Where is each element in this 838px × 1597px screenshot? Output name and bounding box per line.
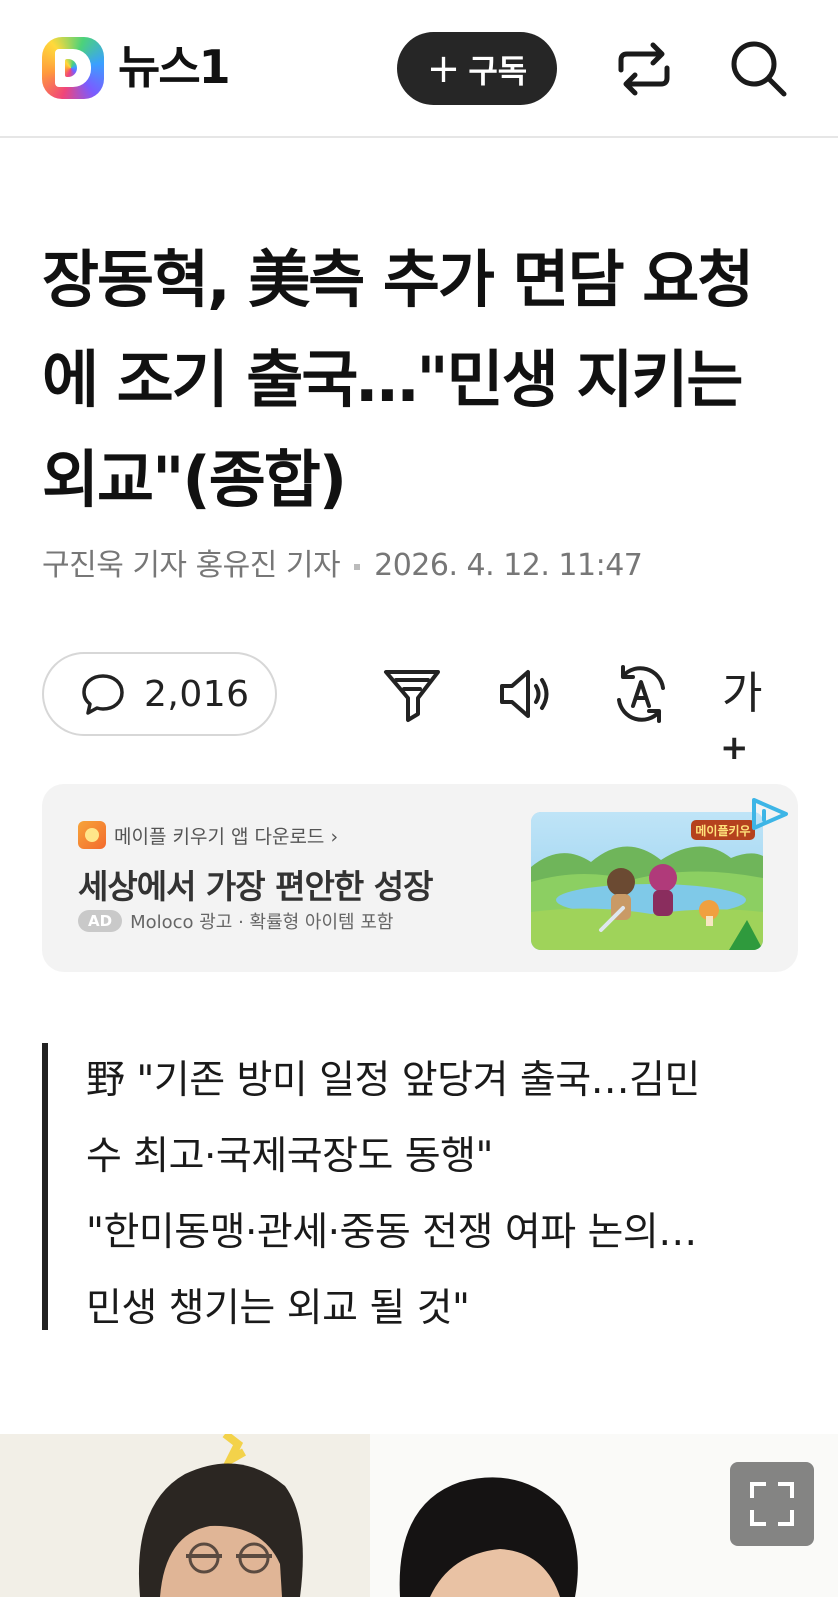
summary-line: 수 최고·국제국장도 동행" [86, 1134, 493, 1179]
speaker-icon[interactable] [494, 662, 558, 726]
font-size-button[interactable]: 가+ [720, 662, 786, 768]
published-datetime: 2026. 4. 12. 11:47 [374, 548, 643, 583]
ad-app-download-link[interactable]: 메이플 키우기 앱 다운로드 › [114, 822, 338, 849]
font-size-label: 가 [722, 668, 763, 719]
ad-game-image[interactable]: 메이플키우 [531, 812, 763, 950]
summary-line: 野 "기존 방미 일정 앞당겨 출국…김민 [86, 1058, 700, 1103]
expand-photo-button[interactable] [730, 1462, 814, 1546]
ad-meta-text: Moloco 광고 · 확률형 아이템 포함 [130, 912, 394, 933]
separator-dot [354, 563, 361, 570]
share-icon[interactable] [613, 38, 675, 100]
title-line: 외교"(종합) [42, 443, 347, 516]
summary-filter-icon[interactable] [380, 662, 444, 726]
reporter-names[interactable]: 구진욱 기자 홍유진 기자 [42, 548, 341, 583]
title-line: 장동혁, 美측 추가 면담 요청 [42, 243, 754, 316]
ad-headline[interactable]: 세상에서 가장 편안한 성장 [78, 860, 433, 908]
plus-icon: + [426, 45, 461, 92]
translate-icon[interactable] [609, 662, 673, 726]
comments-button[interactable]: 2,016 [42, 652, 277, 736]
plus-icon: + [720, 728, 749, 768]
comment-count: 2,016 [144, 673, 250, 715]
article-photo[interactable] [0, 1434, 838, 1597]
news1-logo-icon[interactable] [42, 37, 104, 99]
brand-name[interactable]: 뉴스1 [118, 36, 231, 98]
maple-app-icon [78, 821, 106, 849]
subscribe-button[interactable]: + 구독 [397, 32, 557, 105]
summary-line: "한미동맹·관세·중동 전쟁 여파 논의… [86, 1210, 697, 1255]
summary-line: 민생 챙기는 외교 될 것" [86, 1286, 470, 1331]
comment-bubble-icon [82, 674, 124, 715]
article-byline: 구진욱 기자 홍유진 기자 2026. 4. 12. 11:47 [42, 540, 643, 584]
article-summary: 野 "기존 방미 일정 앞당겨 출국…김민 수 최고·국제국장도 동행" "한미… [42, 1043, 802, 1331]
ad-meta: AD Moloco 광고 · 확률형 아이템 포함 [78, 908, 393, 934]
ad-image-logo-text: 메이플키우 [695, 823, 750, 838]
ad-banner[interactable]: 메이플 키우기 앱 다운로드 › 세상에서 가장 편안한 성장 AD Moloc… [42, 784, 798, 972]
article-title: 장동혁, 美측 추가 면담 요청 에 조기 출국…"민생 지키는 외교"(종합) [42, 230, 802, 530]
fullscreen-icon [750, 1482, 794, 1526]
app-header: 뉴스1 + 구독 [0, 0, 838, 138]
ad-choices-icon[interactable] [748, 794, 792, 834]
search-icon[interactable] [728, 38, 790, 100]
title-line: 에 조기 출국…"민생 지키는 [42, 343, 743, 416]
subscribe-label: 구독 [468, 51, 528, 90]
ad-badge: AD [78, 910, 123, 932]
